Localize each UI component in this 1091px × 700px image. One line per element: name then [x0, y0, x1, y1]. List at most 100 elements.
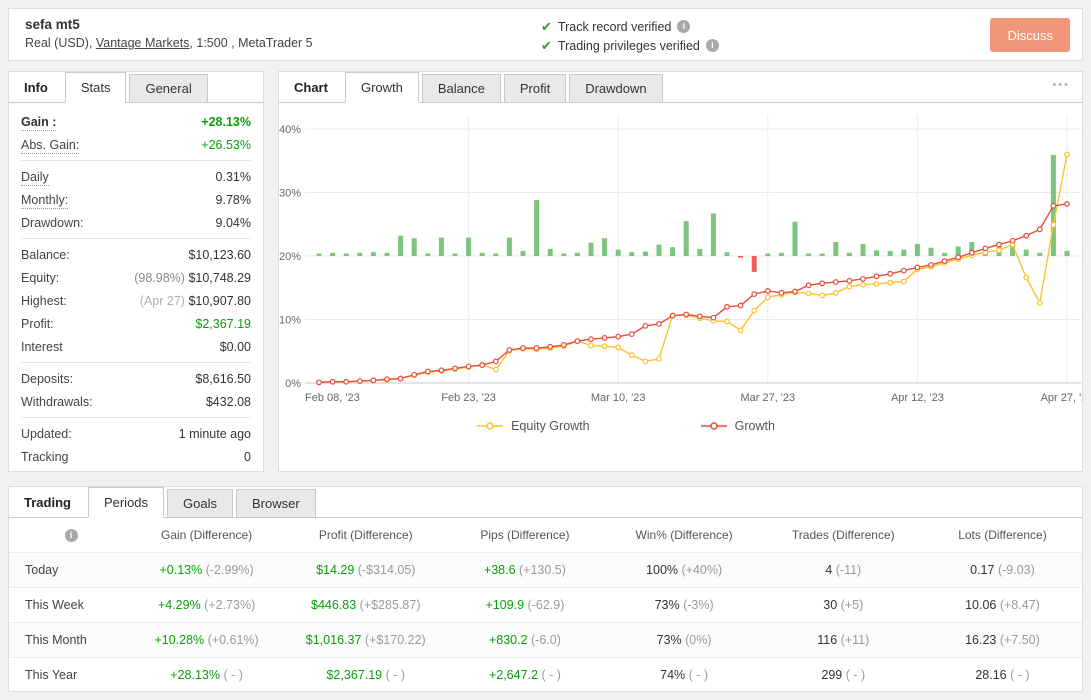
- info-icon[interactable]: i: [705, 39, 719, 52]
- data-point-marker: [873, 273, 880, 280]
- stat-row: Withdrawals: $432.08: [21, 390, 251, 413]
- stat-label: Profit:: [21, 316, 54, 331]
- data-point-marker: [683, 311, 690, 318]
- stat-label: Updated:: [21, 426, 72, 441]
- chart-tab-growth[interactable]: Growth: [344, 72, 419, 103]
- cell-difference: (+130.5): [515, 563, 566, 577]
- daily-bar: [738, 256, 744, 258]
- cell-difference: (+5): [837, 598, 864, 612]
- stat-value: $8,616.50: [195, 371, 251, 386]
- grid-lines: [305, 115, 1081, 384]
- daily-bar: [1023, 249, 1029, 256]
- periods-tab-periods[interactable]: Periods: [87, 487, 165, 518]
- data-point-marker: [669, 312, 676, 319]
- data-point-marker: [424, 368, 431, 375]
- cell-value: 116: [817, 633, 838, 647]
- stat-row: Drawdown: 9.04%: [21, 211, 251, 234]
- data-point-marker: [996, 241, 1002, 248]
- daily-bar: [697, 249, 703, 256]
- info-tab-stats[interactable]: Stats: [64, 72, 127, 103]
- data-point-marker: [1009, 237, 1016, 244]
- legend-item[interactable]: Growth: [700, 419, 775, 433]
- account-subtitle: Real (USD), Vantage Markets, 1:500 , Met…: [25, 36, 313, 50]
- cell-difference: (+11): [837, 633, 870, 647]
- data-point-marker: [438, 367, 445, 374]
- cell-difference: (+$285.87): [356, 598, 421, 612]
- data-point-marker: [329, 378, 336, 385]
- daily-bar: [819, 253, 825, 256]
- data-point-marker: [1036, 226, 1043, 233]
- daily-bar: [534, 200, 540, 256]
- divider: [21, 160, 251, 161]
- table-cell: 100% (+40%): [605, 563, 764, 577]
- data-point-marker: [615, 344, 622, 351]
- info-tab-general[interactable]: General: [129, 74, 208, 102]
- svg-text:40%: 40%: [279, 124, 301, 136]
- data-point-marker: [560, 341, 567, 348]
- data-point-marker: [656, 321, 662, 327]
- data-point-marker: [928, 261, 934, 268]
- data-point-marker: [860, 275, 866, 282]
- data-point-marker: [805, 282, 812, 289]
- table-cell: 0.17 (-9.03): [923, 563, 1082, 577]
- data-point-marker: [628, 331, 635, 338]
- more-options-icon[interactable]: •••: [1052, 79, 1070, 91]
- info-tab-info[interactable]: Info: [9, 72, 63, 102]
- stat-label: Monthly:: [21, 192, 69, 209]
- cell-value: +38.6: [483, 563, 516, 577]
- chart-tab-chart[interactable]: Chart: [279, 72, 343, 102]
- stat-value: +28.13%: [201, 114, 251, 129]
- data-point-marker: [860, 281, 866, 288]
- broker-link[interactable]: Vantage Markets: [96, 36, 190, 50]
- data-point-marker: [724, 303, 730, 310]
- cell-difference: ( - ): [842, 668, 866, 682]
- table-cell: $14.29 (-$314.05): [286, 563, 445, 577]
- divider: [21, 238, 251, 239]
- daily-bar: [778, 252, 784, 256]
- stat-label: Equity:: [21, 270, 60, 285]
- stat-value: 0.31%: [215, 169, 251, 184]
- table-cell: +38.6 (+130.5): [445, 563, 604, 577]
- stat-value: 9.04%: [215, 215, 251, 230]
- cell-value: +830.2: [488, 633, 528, 647]
- cell-difference: (+$170.22): [361, 633, 426, 647]
- table-info-cell: i: [9, 528, 127, 542]
- series-growth: [316, 201, 1070, 386]
- cell-value: $14.29: [316, 563, 355, 577]
- data-point-marker: [968, 249, 975, 256]
- discuss-button[interactable]: Discuss: [990, 18, 1070, 52]
- daily-bar: [846, 252, 852, 256]
- chart-tab-profit[interactable]: Profit: [503, 74, 567, 102]
- x-axis-labels: Feb 08, '23 Feb 23, '23 Mar 10, '23 Mar 27,…: [305, 392, 1082, 404]
- table-cell: 30 (+5): [764, 598, 923, 612]
- check-icon: ✔: [541, 37, 552, 53]
- info-icon[interactable]: i: [677, 20, 691, 33]
- data-point-marker: [900, 278, 907, 285]
- data-point-marker: [452, 365, 458, 372]
- stat-label: Balance:: [21, 247, 70, 262]
- stat-row: Daily 0.31%: [21, 165, 251, 188]
- daily-bar: [602, 238, 608, 256]
- daily-bar: [792, 221, 798, 256]
- column-header: Lots (Difference): [958, 528, 1047, 542]
- info-icon[interactable]: i: [64, 528, 78, 542]
- periods-tab-browser[interactable]: Browser: [236, 489, 316, 517]
- cell-difference: (+8.47): [996, 598, 1040, 612]
- chart-tab-drawdown[interactable]: Drawdown: [569, 74, 663, 102]
- periods-tab-goals[interactable]: Goals: [167, 489, 233, 517]
- data-point-marker: [615, 333, 622, 340]
- chart-tab-balance[interactable]: Balance: [421, 74, 501, 102]
- subtitle-prefix: Real (USD),: [25, 36, 96, 50]
- cell-value: +0.13%: [159, 563, 203, 577]
- cell-value: 0.17: [970, 563, 995, 577]
- svg-text:Mar 27, '23: Mar 27, '23: [740, 392, 795, 404]
- daily-bar: [642, 251, 648, 256]
- daily-bar: [452, 253, 458, 256]
- data-point-marker: [751, 307, 758, 314]
- periods-tab-trading[interactable]: Trading: [9, 487, 86, 517]
- daily-bar: [765, 253, 771, 256]
- legend-item[interactable]: Equity Growth: [476, 419, 590, 433]
- svg-text:Apr 27, '23: Apr 27, '23: [1041, 392, 1082, 404]
- svg-text:Apr 12, '23: Apr 12, '23: [891, 392, 944, 404]
- cell-difference: (-3%): [679, 598, 714, 612]
